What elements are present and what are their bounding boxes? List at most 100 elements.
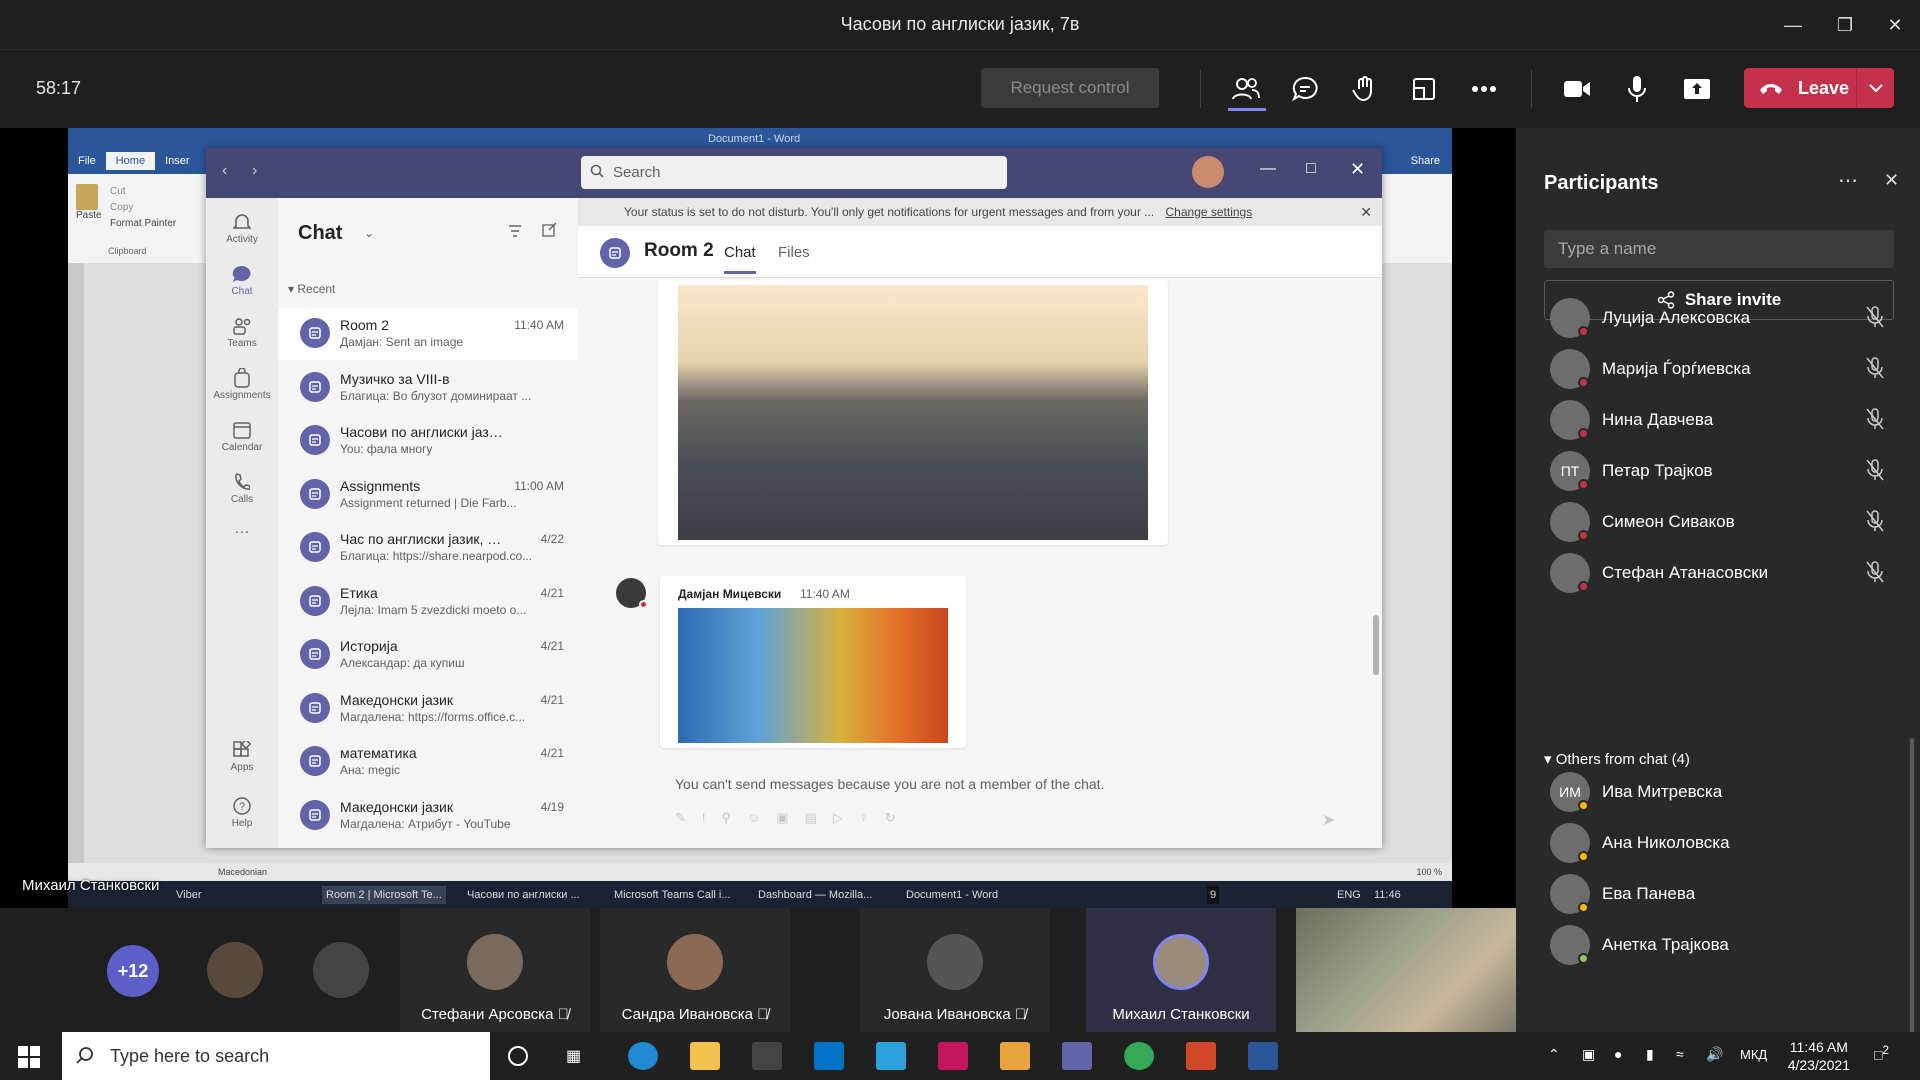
profile-avatar[interactable] [1192,156,1224,188]
tree-image[interactable] [678,608,948,743]
chat-icon[interactable] [1286,70,1324,108]
mail-icon[interactable] [814,1042,844,1070]
format-painter-button[interactable]: Format Painter [110,216,176,232]
taskbar-clock[interactable]: 11:46 AM 4/23/2021 [1788,1038,1850,1074]
participant-row[interactable]: Стефан Атанасовски [1544,547,1914,599]
filter-icon[interactable] [508,224,522,242]
participant-thumb-avatar[interactable] [313,942,369,998]
participant-row[interactable]: Луција Алексовска [1544,292,1914,344]
participant-row[interactable]: Ева Панева [1544,868,1914,920]
word-icon[interactable] [1248,1042,1278,1070]
participant-row[interactable]: Ана Николовска [1544,817,1914,869]
gallery-tile[interactable]: Јована Ивановска 🎙̸ [860,908,1050,1032]
tray-wifi-icon[interactable]: ≈ [1676,1046,1684,1062]
gallery-tile[interactable]: Стефани Арсовска 🎙̸ [400,908,590,1032]
chat-list-item[interactable]: Македонски јазик Магдалена: https://forms… [278,683,578,735]
copy-button[interactable]: Copy [110,200,176,216]
conversation-scrollbar[interactable] [1373,615,1379,675]
participant-thumb-avatar[interactable] [207,942,263,998]
reactions-icon[interactable] [1346,70,1384,108]
change-settings-link[interactable]: Change settings [1166,205,1253,219]
new-chat-icon[interactable] [542,222,557,242]
taskbar-search-input[interactable]: Type here to search [62,1032,490,1080]
paste-label[interactable]: Paste [76,210,102,221]
teams-minimize-icon[interactable]: — [1260,160,1276,178]
participant-search-input[interactable]: Type a name [1544,230,1894,268]
chat-list-item[interactable]: Час по англиски јазик, 7в... Благица: htt… [278,522,578,574]
participant-row[interactable]: ИМ Ива Митревска [1544,766,1914,818]
panel-scrollbar[interactable] [1910,738,1914,1038]
share-screen-icon[interactable] [1678,70,1716,108]
panel-close-icon[interactable]: ✕ [1884,170,1899,191]
chat-list-item[interactable]: Физичко и здравствено о...4/19 [278,843,578,848]
gallery-tile-presenter[interactable]: Михаил Станковски [1086,908,1276,1032]
chat-list-item[interactable]: Музичко за VIII-в Благица: Во блузот доми… [278,362,578,414]
tab-files[interactable]: Files [778,244,810,261]
word-tab-insert[interactable]: Inser [155,152,199,170]
cut-button[interactable]: Cut [110,184,176,200]
panel-more-icon[interactable]: ⋯ [1838,168,1858,193]
chrome-icon[interactable] [1124,1042,1154,1070]
tray-battery-icon[interactable]: ▮ [1646,1046,1654,1063]
camera-icon[interactable] [1558,70,1596,108]
leave-button[interactable]: Leave [1744,68,1894,108]
overflow-participants-button[interactable]: +12 [107,945,159,997]
rail-teams[interactable]: Teams [206,308,278,362]
request-control-button[interactable]: Request control [981,68,1159,108]
microphone-icon[interactable] [1618,70,1656,108]
chat-list-item[interactable]: Assignments Assignment returned | Die Far… [278,469,578,521]
landfill-image[interactable] [678,285,1148,540]
word-zoom[interactable]: 100 % [1416,863,1442,881]
inner-task-word[interactable]: Document1 - Word [906,886,998,904]
participants-icon[interactable] [1227,70,1265,108]
leave-dropdown-chevron-icon[interactable] [1856,68,1894,108]
teams-maximize-icon[interactable]: □ [1306,160,1316,178]
chat-list-item[interactable]: математика Ана: megic 4/21 [278,736,578,788]
rail-calendar[interactable]: Calendar [206,412,278,466]
edge-icon[interactable] [628,1042,658,1070]
chat-dropdown-chevron-icon[interactable]: ⌄ [364,226,374,240]
rail-assignments[interactable]: Assignments [206,360,278,414]
participant-row[interactable]: Анетка Трајкова [1544,919,1914,971]
inner-task-chasovi[interactable]: Часови по англиски ... [467,886,580,904]
tray-chevron-icon[interactable]: ⌃ [1548,1046,1560,1063]
chat-list-title[interactable]: Chat [298,222,342,245]
participant-row[interactable]: Марија Ѓорѓиевска [1544,343,1914,395]
paint-icon[interactable] [1000,1042,1030,1070]
chat-list-item[interactable]: Room 2 Дамјан: Sent an image 11:40 AM [278,308,578,360]
chat-list-item[interactable]: Историја Александар: да купиш 4/21 [278,629,578,681]
tray-volume-icon[interactable]: 🔊 [1706,1046,1723,1063]
rail-apps[interactable]: Apps [206,732,278,786]
recent-label[interactable]: ▾ Recent [288,282,335,296]
minimize-button[interactable]: — [1778,10,1808,40]
paste-icon[interactable] [76,184,98,210]
rail-chat[interactable]: Chat [206,256,278,310]
tray-language[interactable]: МКД [1740,1047,1767,1062]
back-chevron-icon[interactable]: ‹ [222,162,227,180]
rail-activity[interactable]: Activity [206,204,278,258]
gallery-tile[interactable]: Сандра Ивановска 🎙̸ [600,908,790,1032]
file-explorer-icon[interactable] [690,1042,720,1070]
store-icon[interactable] [752,1042,782,1070]
forward-chevron-icon[interactable]: › [252,162,257,180]
word-tab-home[interactable]: Home [105,152,156,170]
dismiss-banner-icon[interactable]: ✕ [1360,198,1372,226]
word-share-button[interactable]: Share [1403,152,1448,170]
rooms-icon[interactable] [1405,70,1443,108]
rail-more-icon[interactable]: … [206,520,278,574]
participant-row[interactable]: Нина Давчева [1544,394,1914,446]
participant-row[interactable]: Симеон Сиваков [1544,496,1914,548]
rail-calls[interactable]: Calls [206,464,278,518]
participant-row[interactable]: ПТ Петар Трајков [1544,445,1914,497]
powerpoint-icon[interactable] [1186,1042,1216,1070]
cortana-icon[interactable] [508,1046,528,1066]
chat-list-item[interactable]: Часови по англиски јазик, 7в You: фала мн… [278,415,578,467]
chat-list-item[interactable]: Македонски јазик Магдалена: Атрибут - You… [278,790,578,842]
windows-start-icon[interactable] [18,1046,40,1073]
restore-button[interactable]: ❐ [1830,10,1860,40]
l-app-icon[interactable] [876,1042,906,1070]
teams-search-input[interactable]: Search [581,156,1007,189]
notifications-icon[interactable]: □2 [1874,1044,1889,1063]
tab-chat[interactable]: Chat [724,244,756,274]
self-video-feed[interactable] [1296,908,1516,1032]
